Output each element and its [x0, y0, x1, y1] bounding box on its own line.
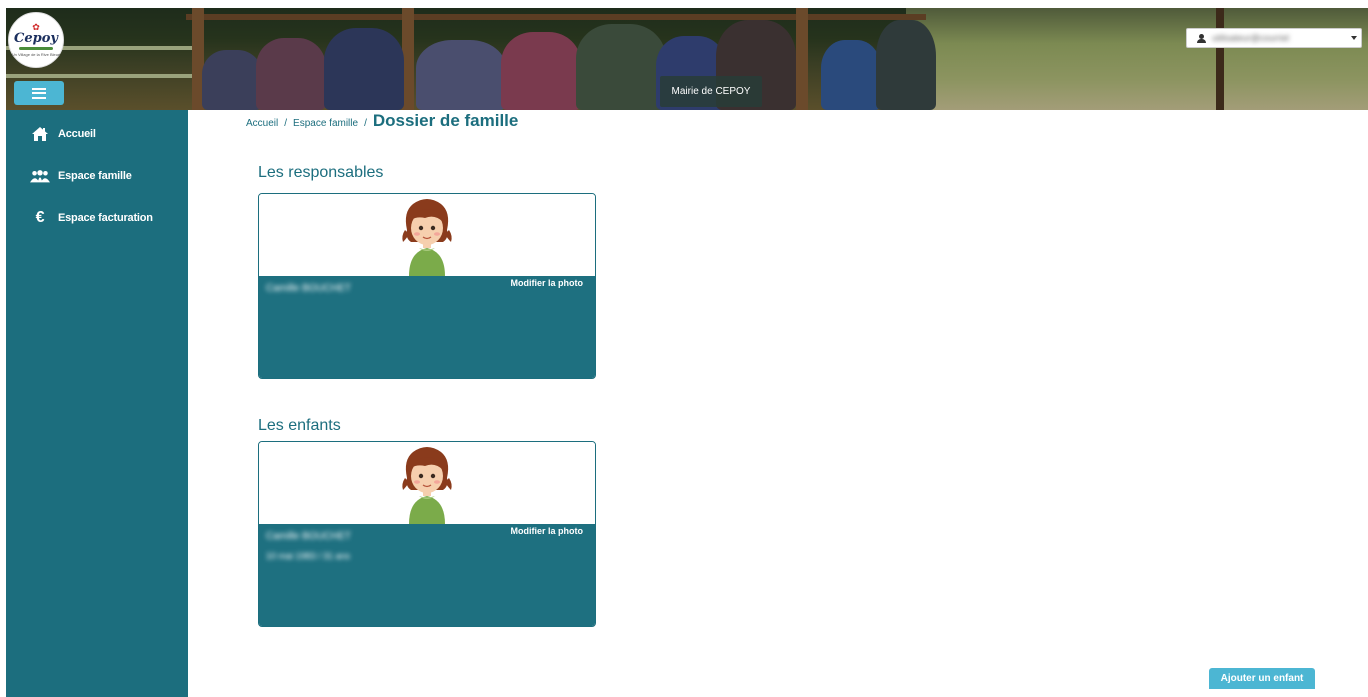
- breadcrumb-separator: /: [284, 118, 288, 129]
- modify-photo-link[interactable]: Modifier la photo: [511, 278, 584, 288]
- profile-photo: [259, 194, 595, 276]
- home-icon: [30, 126, 50, 142]
- section-title-responsables: Les responsables: [258, 164, 384, 181]
- modify-photo-link[interactable]: Modifier la photo: [511, 526, 584, 536]
- chevron-down-icon: [1351, 36, 1357, 40]
- flower-icon: ✿: [32, 22, 40, 32]
- logo-tagline: Un Village de la Rive Bleue: [11, 52, 61, 57]
- sidebar-item-accueil[interactable]: Accueil: [6, 113, 188, 155]
- sidebar-item-label: Accueil: [58, 128, 96, 140]
- sidebar-item-espace-famille[interactable]: Espace famille: [6, 155, 188, 197]
- breadcrumb-espace-famille-link[interactable]: Espace famille: [293, 118, 358, 129]
- breadcrumb-accueil-link[interactable]: Accueil: [246, 118, 278, 129]
- child-avatar-icon: [402, 447, 452, 524]
- hamburger-icon: [32, 87, 46, 99]
- breadcrumb: Accueil / Espace famille / Dossier de fa…: [246, 111, 518, 131]
- profile-photo: [259, 442, 595, 524]
- sidebar-item-label: Espace facturation: [58, 212, 153, 224]
- page-title: Dossier de famille: [372, 111, 519, 130]
- user-account-name: utilisateur@courriel: [1212, 33, 1290, 43]
- add-child-button[interactable]: Ajouter un enfant: [1209, 668, 1315, 689]
- mairie-label: Mairie de CEPOY: [660, 76, 762, 107]
- card-body: Camille BOUCHET Modifier la photo: [259, 276, 595, 378]
- responsable-card[interactable]: Camille BOUCHET Modifier la photo: [258, 193, 596, 379]
- enfant-detail: 10 mai 1983 / 31 ans: [266, 551, 351, 561]
- child-avatar-icon: [402, 199, 452, 276]
- card-body: Camille BOUCHET 10 mai 1983 / 31 ans Mod…: [259, 524, 595, 626]
- breadcrumb-separator: /: [364, 118, 367, 129]
- header-banner: ✿ Cepoy Un Village de la Rive Bleue Mair…: [6, 8, 1368, 110]
- enfant-card[interactable]: Camille BOUCHET 10 mai 1983 / 31 ans Mod…: [258, 441, 596, 627]
- menu-toggle-button[interactable]: [14, 81, 64, 105]
- logo-text: Cepoy: [14, 31, 58, 46]
- sidebar-item-espace-facturation[interactable]: € Espace facturation: [6, 197, 188, 239]
- user-account-menu[interactable]: utilisateur@courriel: [1186, 28, 1362, 48]
- sidebar: Accueil Espace famille € Espace facturat…: [6, 110, 188, 697]
- euro-icon: €: [35, 209, 45, 226]
- app-frame: ✿ Cepoy Un Village de la Rive Bleue Mair…: [6, 8, 1368, 697]
- family-icon: [30, 168, 50, 184]
- enfant-name: Camille BOUCHET: [266, 531, 352, 542]
- cepoy-logo[interactable]: ✿ Cepoy Un Village de la Rive Bleue: [8, 12, 64, 68]
- responsable-name: Camille BOUCHET: [266, 283, 352, 294]
- sidebar-item-label: Espace famille: [58, 170, 132, 182]
- section-title-enfants: Les enfants: [258, 417, 341, 434]
- user-icon: [1197, 33, 1206, 43]
